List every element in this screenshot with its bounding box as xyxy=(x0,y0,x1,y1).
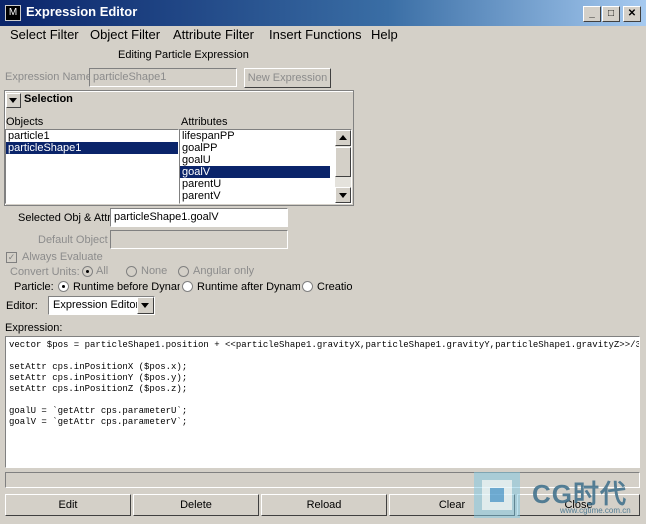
creation-radio[interactable] xyxy=(302,281,313,292)
selected-obj-attr-field[interactable]: particleShape1.goalV xyxy=(110,208,288,227)
runtime-before-radio[interactable] xyxy=(58,281,69,292)
editor-dropdown[interactable]: Expression Editor xyxy=(48,296,155,315)
convert-units-label: Convert Units: xyxy=(10,266,80,278)
attributes-label: Attributes xyxy=(181,116,228,128)
cgtime-logo-icon xyxy=(474,472,520,518)
selection-collapse-button[interactable] xyxy=(6,93,21,108)
chevron-down-icon xyxy=(141,303,149,308)
maya-logo-icon: M xyxy=(5,5,21,21)
convert-none-label: None xyxy=(141,265,168,277)
maximize-button[interactable]: □ xyxy=(602,6,620,22)
runtime-before-label: Runtime before Dynami xyxy=(73,281,180,293)
expression-line: setAttr cps.inPositionZ ($pos.z); xyxy=(9,384,188,394)
menu-help[interactable]: Help xyxy=(371,27,398,42)
attribute-item[interactable]: goalU xyxy=(180,154,351,166)
attribute-item-selected[interactable]: goalV xyxy=(180,166,330,178)
expression-line: setAttr cps.inPositionY ($pos.y); xyxy=(9,373,188,383)
editor-dropdown-button[interactable] xyxy=(137,297,154,314)
attribute-item[interactable]: goalPP xyxy=(180,142,351,154)
expression-code: vector $pos = particleShape1.position + … xyxy=(9,340,640,428)
new-expression-button[interactable]: New Expression xyxy=(244,68,331,88)
menu-select-filter[interactable]: Select Filter xyxy=(10,27,79,42)
reload-button[interactable]: Reload xyxy=(261,494,387,516)
expression-line: goalU = `getAttr cps.parameterU`; xyxy=(9,406,188,416)
delete-button[interactable]: Delete xyxy=(133,494,259,516)
expression-line: goalV = `getAttr cps.parameterV`; xyxy=(9,417,188,427)
expression-name-label: Expression Name xyxy=(5,71,92,83)
menu-bar: Select Filter Object Filter Attribute Fi… xyxy=(0,26,646,46)
edit-button[interactable]: Edit xyxy=(5,494,131,516)
cgtime-watermark: CG时代 www.cgtime.com.cn xyxy=(472,470,642,522)
creation-label: Creation xyxy=(317,281,353,293)
menu-attribute-filter[interactable]: Attribute Filter xyxy=(173,27,254,42)
objects-list[interactable]: particle1 particleShape1 xyxy=(5,129,179,204)
selection-label: Selection xyxy=(24,93,73,105)
default-object-field[interactable] xyxy=(110,230,288,249)
watermark-url: www.cgtime.com.cn xyxy=(560,506,631,515)
editor-mode-label: Editing Particle Expression xyxy=(118,49,249,61)
convert-all-label: All xyxy=(96,265,109,277)
selected-obj-attr-label: Selected Obj & Attr xyxy=(18,212,111,224)
expression-line: setAttr cps.inPositionX ($pos.x); xyxy=(9,362,188,372)
expression-line xyxy=(9,351,639,362)
expression-line: vector $pos = particleShape1.position + … xyxy=(9,340,640,350)
scroll-up-icon xyxy=(339,135,347,140)
runtime-after-radio[interactable] xyxy=(182,281,193,292)
particle-label: Particle: xyxy=(14,281,54,293)
objects-label: Objects xyxy=(6,116,44,128)
attribute-item[interactable]: parentV xyxy=(180,190,351,202)
attribute-item[interactable]: parentU xyxy=(180,178,351,190)
editor-dropdown-value: Expression Editor xyxy=(53,299,140,311)
attribute-item[interactable]: lifespanPP xyxy=(180,130,351,142)
scroll-up-button[interactable] xyxy=(335,130,351,146)
convert-all-radio[interactable] xyxy=(82,266,93,277)
menu-insert-functions[interactable]: Insert Functions xyxy=(269,27,362,42)
convert-none-radio[interactable] xyxy=(126,266,137,277)
scroll-down-button[interactable] xyxy=(335,187,351,203)
expression-name-field[interactable]: particleShape1 xyxy=(89,68,237,87)
window-title: Expression Editor xyxy=(26,4,138,19)
minimize-button[interactable]: _ xyxy=(583,6,601,22)
object-item-particle1[interactable]: particle1 xyxy=(6,130,178,142)
default-object-label: Default Object xyxy=(38,234,108,246)
always-evaluate-label: Always Evaluate xyxy=(22,251,103,263)
scroll-down-icon xyxy=(339,193,347,198)
title-bar: M Expression Editor _ □ ✕ xyxy=(0,0,646,26)
always-evaluate-checkbox[interactable]: ✓ xyxy=(6,252,17,263)
convert-angular-radio[interactable] xyxy=(178,266,189,277)
expression-label: Expression: xyxy=(5,322,63,334)
close-window-button[interactable]: ✕ xyxy=(623,6,641,22)
editor-label: Editor: xyxy=(6,300,38,312)
attributes-list[interactable]: lifespanPP goalPP goalU goalV parentU pa… xyxy=(179,129,352,204)
convert-angular-label: Angular only xyxy=(193,265,255,277)
collapse-arrow-icon xyxy=(9,98,17,103)
expression-line xyxy=(9,395,639,406)
scroll-thumb[interactable] xyxy=(335,147,351,177)
runtime-after-label: Runtime after Dynamic xyxy=(197,281,300,293)
expression-text-area[interactable]: vector $pos = particleShape1.position + … xyxy=(5,336,640,468)
object-item-particleshape1[interactable]: particleShape1 xyxy=(6,142,178,154)
attributes-scrollbar[interactable] xyxy=(335,130,351,203)
menu-object-filter[interactable]: Object Filter xyxy=(90,27,160,42)
